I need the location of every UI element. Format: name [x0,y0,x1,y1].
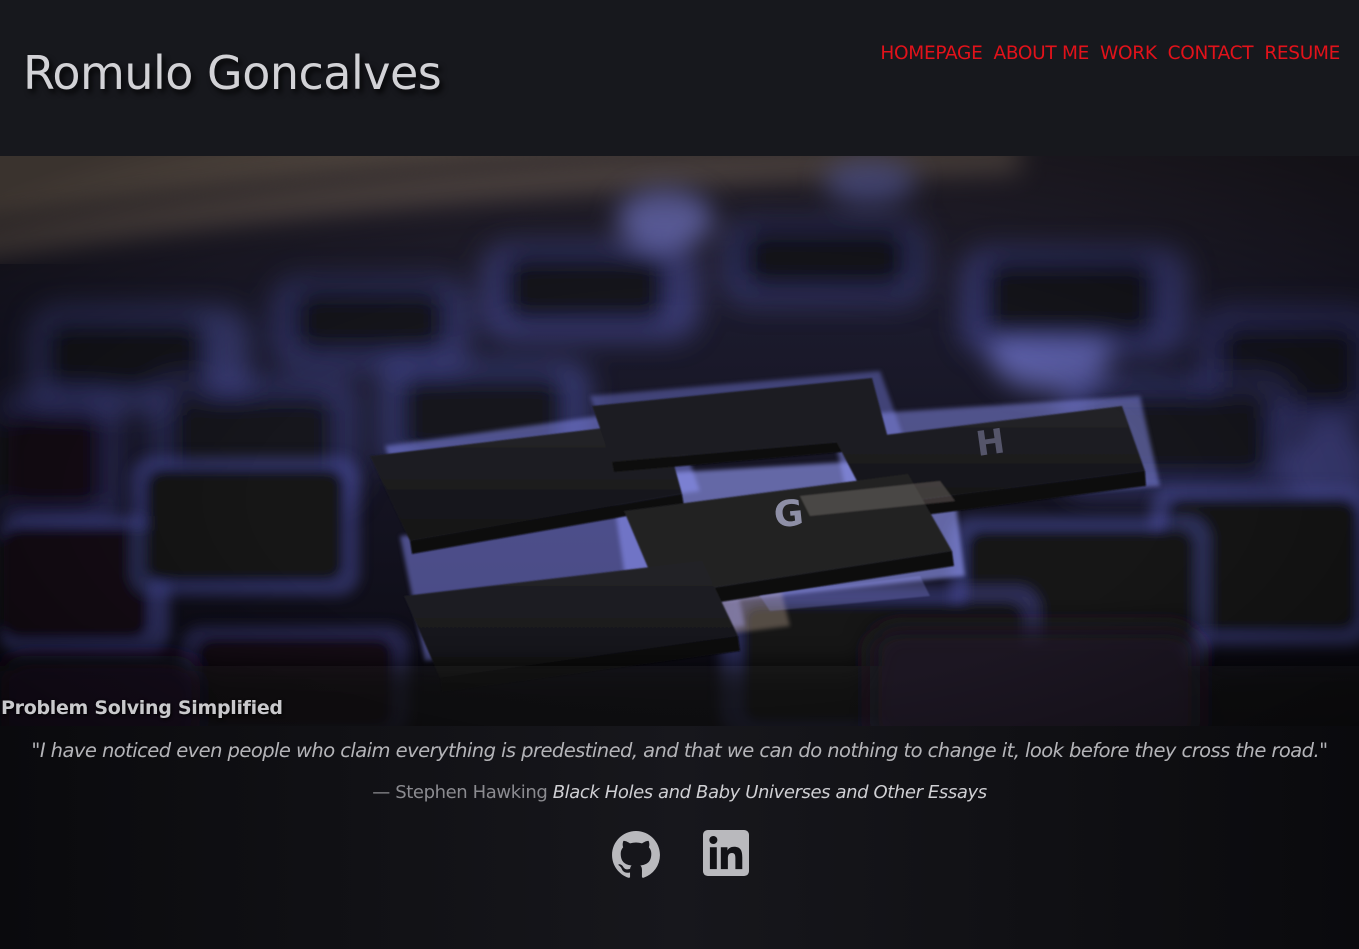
quote-source: Black Holes and Baby Universes and Other… [552,782,987,803]
quote-text: "I have noticed even people who claim ev… [31,739,1328,762]
social-links [0,830,1359,880]
main-nav: HOMEPAGE ABOUT ME WORK CONTACT RESUME [880,43,1340,64]
nav-homepage[interactable]: HOMEPAGE [880,43,982,64]
nav-work[interactable]: WORK [1100,43,1157,64]
quote-attribution: — Stephen Hawking Black Holes and Baby U… [0,782,1359,803]
github-icon [611,831,660,878]
keyboard-hero-image: G H [0,156,1359,726]
nav-resume[interactable]: RESUME [1264,43,1340,64]
linkedin-icon [702,830,749,876]
site-title[interactable]: Romulo Goncalves [23,46,442,100]
github-link[interactable] [611,830,661,880]
site-header: Romulo Goncalves HOMEPAGE ABOUT ME WORK … [0,0,1359,156]
quote-author: — Stephen Hawking [372,782,548,803]
nav-contact[interactable]: CONTACT [1168,43,1254,64]
hero-caption: Problem Solving Simplified [1,697,283,719]
nav-about-me[interactable]: ABOUT ME [993,43,1089,64]
linkedin-link[interactable] [702,830,749,880]
hero-banner: G H Problem Solving Simplified [0,156,1359,726]
